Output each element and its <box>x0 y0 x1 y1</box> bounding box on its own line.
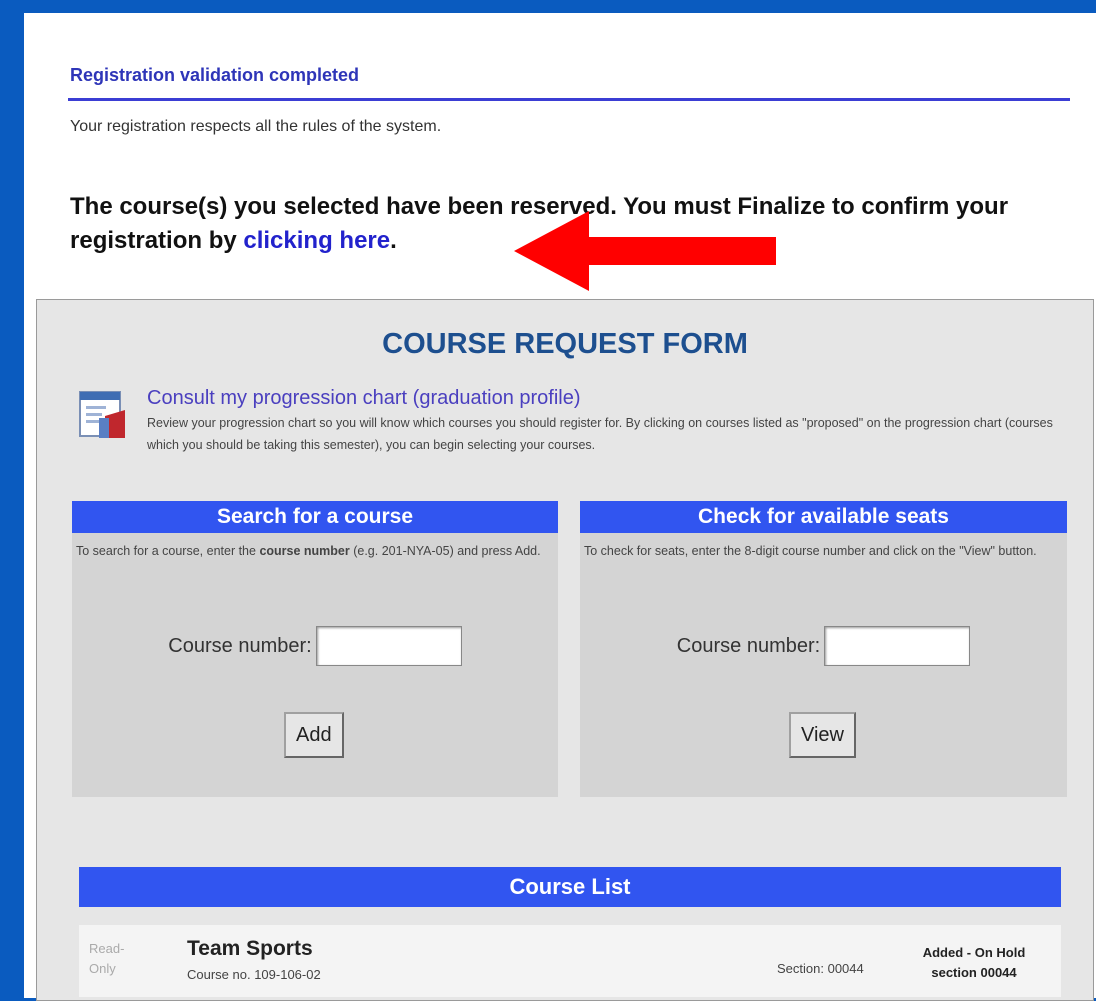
search-course-description: To search for a course, enter the course… <box>76 544 541 558</box>
available-seats-description: To check for seats, enter the 8-digit co… <box>584 544 1037 558</box>
divider <box>68 98 1070 101</box>
available-seats-box: Check for available seats To check for s… <box>580 501 1067 797</box>
course-number: Course no. 109-106-02 <box>187 967 321 982</box>
course-name: Team Sports <box>187 937 313 960</box>
search-course-box: Search for a course To search for a cour… <box>72 501 558 797</box>
course-list-row[interactable]: Read-Only Team Sports Course no. 109-106… <box>79 925 1061 997</box>
view-button[interactable]: View <box>789 712 856 758</box>
seats-course-number-label: Course number: <box>676 634 821 657</box>
course-number-input[interactable] <box>315 626 462 666</box>
progression-chart-link[interactable]: Consult my progression chart (graduation… <box>147 387 581 410</box>
available-seats-title: Check for available seats <box>580 501 1067 533</box>
progression-chart-icon[interactable] <box>77 388 131 442</box>
reservation-suffix: . <box>390 227 397 254</box>
finalize-link[interactable]: clicking here <box>243 227 390 254</box>
course-section: Section: 00044 <box>777 961 864 976</box>
search-field-row: Course number: <box>72 626 558 666</box>
course-list-header: Course List <box>79 867 1061 907</box>
status-line-1: Added - On Hold <box>922 945 1026 960</box>
seats-course-number-input[interactable] <box>824 626 971 666</box>
seats-field-row: Course number: <box>580 626 1067 666</box>
read-only-label: Read-Only <box>89 941 125 976</box>
progression-description: Review your progression chart so you wil… <box>147 416 1053 452</box>
validation-title: Registration validation completed <box>70 65 360 85</box>
add-button[interactable]: Add <box>284 712 344 758</box>
content-panel: Registration validation completed Your r… <box>24 13 1096 1001</box>
course-request-form: COURSE REQUEST FORM Consult my progressi… <box>36 299 1094 1001</box>
course-status: Added - On Hold section 00044 <box>909 943 1039 983</box>
search-course-title: Search for a course <box>72 501 558 533</box>
status-line-2: section 00044 <box>931 965 1017 980</box>
validation-description: Your registration respects all the rules… <box>70 118 442 135</box>
form-title: COURSE REQUEST FORM <box>382 328 748 360</box>
course-number-label: Course number: <box>168 634 312 657</box>
arrow-left-icon <box>514 211 776 291</box>
